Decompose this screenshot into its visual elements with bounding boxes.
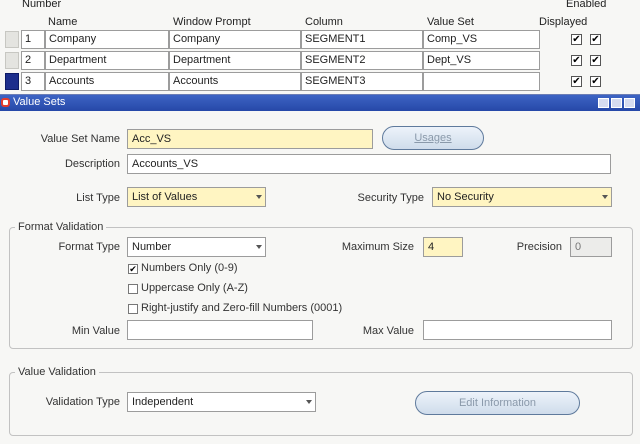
- row-value-set-cell[interactable]: Dept_VS: [423, 51, 540, 70]
- maximize-icon[interactable]: [611, 98, 622, 108]
- right-justify-checkbox[interactable]: [128, 304, 138, 314]
- header-number: Number: [22, 0, 62, 10]
- format-type-value: Number: [132, 241, 172, 253]
- row-selector-current[interactable]: [5, 73, 19, 90]
- header-value-set: Value Set: [427, 16, 474, 28]
- row-column-cell[interactable]: SEGMENT1: [301, 30, 423, 49]
- row-name-cell[interactable]: Accounts: [45, 72, 169, 91]
- list-type-select[interactable]: List of Values: [127, 187, 266, 207]
- value-set-name-label: Value Set Name: [40, 133, 120, 145]
- value-validation-title: Value Validation: [15, 366, 99, 378]
- uppercase-only-label: Uppercase Only (A-Z): [141, 282, 248, 294]
- value-sets-dialog: Value Sets Value Set Name Acc_VS Usages …: [0, 94, 640, 444]
- chevron-down-icon: [256, 245, 262, 249]
- description-label: Description: [64, 158, 120, 170]
- dialog-title: Value Sets: [13, 96, 66, 108]
- chevron-down-icon: [602, 195, 608, 199]
- row-number-cell[interactable]: 1: [21, 30, 45, 49]
- max-value-label: Max Value: [362, 325, 414, 337]
- usages-button[interactable]: Usages: [382, 126, 484, 150]
- row-number-cell[interactable]: 2: [21, 51, 45, 70]
- description-input[interactable]: Accounts_VS: [127, 154, 611, 174]
- displayed-checkbox[interactable]: ✔: [571, 76, 582, 87]
- security-type-value: No Security: [437, 191, 494, 203]
- row-value-set-cell[interactable]: [423, 72, 540, 91]
- list-type-label: List Type: [76, 192, 120, 204]
- dialog-titlebar[interactable]: Value Sets: [0, 95, 640, 111]
- numbers-only-label: Numbers Only (0-9): [141, 262, 238, 274]
- row-window-prompt-cell[interactable]: Department: [169, 51, 301, 70]
- row-value-set-cell[interactable]: Comp_VS: [423, 30, 540, 49]
- validation-type-label: Validation Type: [45, 396, 120, 408]
- right-justify-label: Right-justify and Zero-fill Numbers (000…: [141, 302, 343, 314]
- numbers-only-checkbox[interactable]: ✔: [128, 264, 138, 274]
- validation-type-value: Independent: [132, 396, 194, 408]
- list-type-value: List of Values: [132, 191, 198, 203]
- format-type-select[interactable]: Number: [127, 237, 266, 257]
- row-column-cell[interactable]: SEGMENT3: [301, 72, 423, 91]
- oracle-logo-icon: [1, 98, 10, 107]
- enabled-checkbox[interactable]: ✔: [590, 34, 601, 45]
- format-validation-title: Format Validation: [15, 221, 107, 233]
- row-number-cell[interactable]: 3: [21, 72, 45, 91]
- value-set-name-input[interactable]: Acc_VS: [127, 129, 373, 149]
- row-name-cell[interactable]: Department: [45, 51, 169, 70]
- chevron-down-icon: [256, 195, 262, 199]
- enabled-checkbox[interactable]: ✔: [590, 76, 601, 87]
- validation-type-select[interactable]: Independent: [127, 392, 316, 412]
- enabled-checkbox[interactable]: ✔: [590, 55, 601, 66]
- row-selector[interactable]: [5, 31, 19, 48]
- row-window-prompt-cell[interactable]: Company: [169, 30, 301, 49]
- min-value-input[interactable]: [127, 320, 313, 340]
- header-displayed: Displayed: [539, 16, 588, 28]
- row-window-prompt-cell[interactable]: Accounts: [169, 72, 301, 91]
- displayed-checkbox[interactable]: ✔: [571, 34, 582, 45]
- usages-button-label: Usages: [414, 132, 452, 144]
- displayed-checkbox[interactable]: ✔: [571, 55, 582, 66]
- security-type-label: Security Type: [357, 192, 424, 204]
- security-type-select[interactable]: No Security: [432, 187, 612, 207]
- format-type-label: Format Type: [58, 241, 120, 253]
- close-icon[interactable]: [624, 98, 635, 108]
- row-selector[interactable]: [5, 52, 19, 69]
- maximum-size-label: Maximum Size: [341, 241, 414, 253]
- min-value-label: Min Value: [71, 325, 120, 337]
- header-window-prompt: Window Prompt: [173, 16, 251, 28]
- edit-information-label: Edit Information: [458, 397, 537, 409]
- maximum-size-input[interactable]: 4: [423, 237, 463, 257]
- header-enabled: Enabled: [566, 0, 607, 10]
- minimize-icon[interactable]: [598, 98, 609, 108]
- edit-information-button[interactable]: Edit Information: [415, 391, 580, 415]
- header-name: Name: [48, 16, 78, 28]
- header-column: Column: [305, 16, 343, 28]
- precision-label: Precision: [516, 241, 562, 253]
- max-value-input[interactable]: [423, 320, 612, 340]
- uppercase-only-checkbox[interactable]: [128, 284, 138, 294]
- row-column-cell[interactable]: SEGMENT2: [301, 51, 423, 70]
- precision-input[interactable]: 0: [570, 237, 612, 257]
- row-name-cell[interactable]: Company: [45, 30, 169, 49]
- chevron-down-icon: [306, 400, 312, 404]
